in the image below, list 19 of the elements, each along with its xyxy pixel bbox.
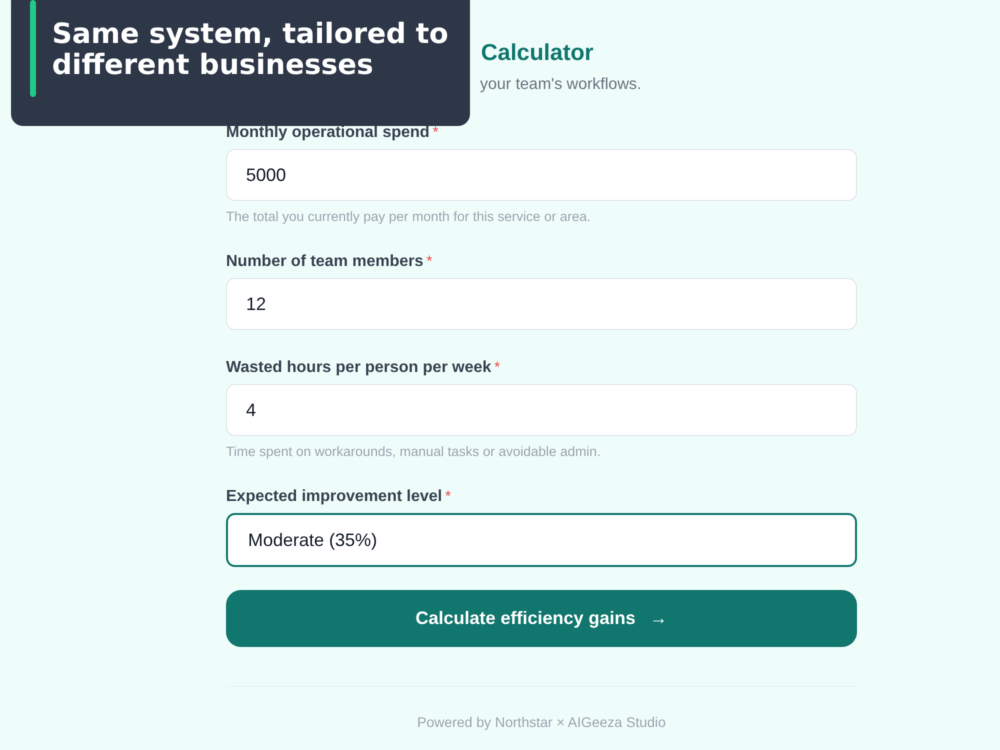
input-field[interactable]: Moderate (35%) [226,513,857,567]
caption-text: Same system, tailored to different businesses [52,18,450,80]
calculate-button[interactable]: Calculate efficiency gains → [226,590,857,647]
field-label: Number of team members [226,253,424,271]
input-field[interactable]: 5000 [226,149,857,201]
help-text: Time spent on workarounds, manual tasks or avoidable admin. [226,444,602,459]
required-mark: * [494,359,500,376]
field-label: Expected improvement level [226,488,442,506]
field-label: Monthly operational spend [226,124,430,142]
footer-text: Powered by Northstar × AIGeeza Studio [416,714,667,730]
help-text: The total you currently pay per month for this service or area. [226,209,592,224]
input-field[interactable]: 12 [226,278,857,330]
field-label: Wasted hours per person per week [226,359,492,377]
required-mark: * [445,488,451,505]
required-mark: * [432,124,438,141]
page-subtitle: your team's workflows. [480,76,642,94]
input-field[interactable]: 4 [226,384,857,436]
page-title: Calculator [481,38,594,66]
required-mark: * [426,253,432,270]
